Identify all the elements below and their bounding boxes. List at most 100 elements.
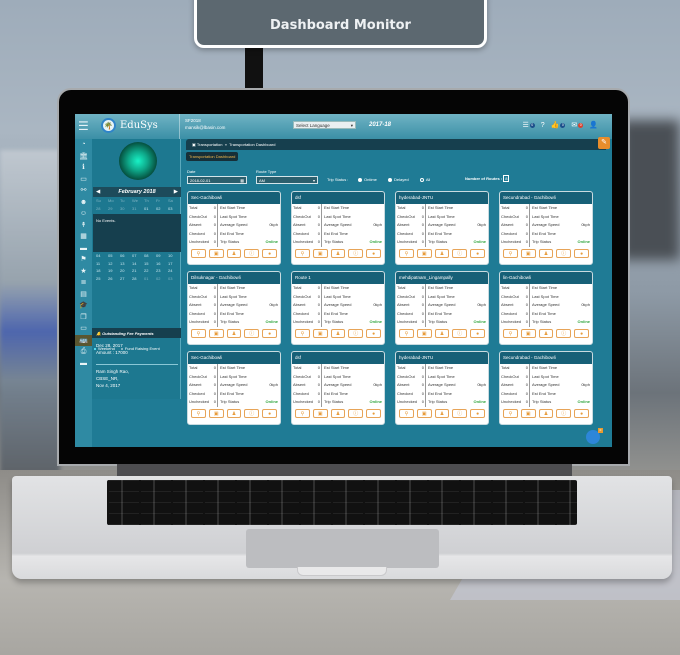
calendar-day[interactable]: 04 (95, 253, 107, 261)
route-name[interactable]: Dilsuknagar - Gachibowli (188, 272, 280, 284)
map-marker-icon[interactable]: ⚲ (295, 328, 310, 338)
calendar-day[interactable]: 01 (143, 276, 155, 284)
calculator-icon[interactable]: ▦ (75, 231, 92, 243)
info-icon[interactable]: ⓘ (452, 328, 468, 338)
route-name[interactable]: Route 1 (292, 272, 384, 284)
comment-icon[interactable]: ● (262, 408, 277, 418)
calendar-day[interactable]: 31 (131, 206, 143, 214)
calendar-day[interactable]: 08 (143, 253, 155, 261)
comment-icon[interactable]: ● (574, 328, 589, 338)
calendar-day[interactable]: 30 (119, 206, 131, 214)
list-ol-icon[interactable]: ≣ (75, 277, 92, 289)
breadcrumb-parent[interactable]: Transportation (197, 142, 223, 147)
map-marker-icon[interactable]: ⚲ (399, 408, 414, 418)
calendar-day[interactable]: 03 (167, 206, 179, 214)
share-icon[interactable]: ⚯ (75, 185, 92, 197)
dashboard-icon[interactable]: ◔ (75, 139, 92, 151)
user-icon[interactable]: 👤 (589, 121, 598, 129)
graduation-cap-icon[interactable]: 🎓 (75, 300, 92, 312)
copy-icon[interactable]: ❐ (75, 312, 92, 324)
route-name[interactable]: Secundrabad - Gachibowli (500, 352, 592, 364)
comment-icon[interactable]: ● (366, 248, 381, 258)
comment-icon[interactable]: ● (366, 328, 381, 338)
map-marker-icon[interactable]: ⚲ (399, 328, 414, 338)
comment-icon[interactable]: ● (262, 328, 277, 338)
map-marker-icon[interactable]: ⚲ (503, 408, 518, 418)
print-icon[interactable]: ⎙ (75, 346, 92, 358)
card-icon[interactable]: ▬ (75, 243, 92, 255)
bus-icon[interactable]: 🚌 (75, 334, 92, 346)
calendar-day[interactable]: 01 (143, 206, 155, 214)
person-icon[interactable]: ♟ (434, 408, 450, 418)
star-icon[interactable]: ★ (75, 266, 92, 278)
route-card[interactable]: Secundrabad - Gachibowli Total 0 CheckOut 0 A… (499, 351, 593, 425)
calendar-day[interactable]: 14 (131, 261, 143, 269)
list-icon[interactable]: ☰ 0 (523, 121, 535, 129)
user-add-icon[interactable]: ☻ (75, 197, 92, 209)
calendar-day[interactable]: 11 (95, 261, 107, 269)
tie-icon[interactable]: ↟ (75, 220, 92, 232)
file-icon[interactable]: ▤ (75, 289, 92, 301)
hamburger-menu-icon[interactable]: ☰ (78, 119, 90, 133)
route-name[interactable]: lin-Gachibowli (500, 272, 592, 284)
map-marker-icon[interactable]: ⚲ (503, 328, 518, 338)
map-marker-icon[interactable]: ⚲ (191, 408, 206, 418)
info-icon[interactable]: ℹ (75, 162, 92, 174)
route-card[interactable]: mehdipatnam_Lingampally Total 0 CheckOut 0 Ab… (395, 271, 489, 345)
comment-icon[interactable]: ● (574, 408, 589, 418)
bed-icon[interactable]: ▭ (75, 323, 92, 335)
calendar-day[interactable]: 12 (107, 261, 119, 269)
bus-icon[interactable]: ▣ (312, 328, 328, 338)
bus-icon[interactable]: ▣ (416, 408, 432, 418)
users-icon[interactable]: ☺ (75, 208, 92, 220)
calendar-day[interactable]: 02 (155, 206, 167, 214)
radio-all[interactable] (419, 177, 424, 182)
calendar-day[interactable]: 17 (167, 261, 179, 269)
route-card[interactable]: Sec-Gachibowli Total 0 CheckOut 0 Absent 0 Chec… (187, 191, 281, 265)
info-icon[interactable]: ⓘ (244, 408, 260, 418)
map-marker-icon[interactable]: ⚲ (191, 328, 206, 338)
bus-icon[interactable]: ▣ (520, 328, 536, 338)
route-card[interactable]: Secundrabad - Gachibowli Total 0 CheckOut 0 A… (499, 191, 593, 265)
comment-icon[interactable]: ● (470, 248, 485, 258)
calendar-day[interactable]: 26 (107, 276, 119, 284)
route-card[interactable]: dsf Total 0 CheckOut 0 Absent 0 Checked 0 Uncheck… (291, 351, 385, 425)
mail-icon[interactable]: ✉ 0 (571, 121, 584, 129)
bus-icon[interactable]: ▣ (416, 328, 432, 338)
route-card[interactable]: Sec-Gachibowli Total 0 CheckOut 0 Absent 0 Chec… (187, 351, 281, 425)
map-marker-icon[interactable]: ⚲ (503, 248, 518, 258)
route-name[interactable]: hyderabad-JNTU (396, 192, 488, 204)
bus-icon[interactable]: ▣ (312, 408, 328, 418)
calendar-next-icon[interactable]: ▶ (174, 189, 178, 195)
person-icon[interactable]: ♟ (330, 408, 346, 418)
comment-icon[interactable]: ● (470, 328, 485, 338)
calendar-day[interactable]: 22 (143, 268, 155, 276)
bus-icon[interactable]: ▣ (208, 328, 224, 338)
calendar-day[interactable]: 19 (107, 268, 119, 276)
person-icon[interactable]: ♟ (434, 328, 450, 338)
flag-icon[interactable]: ⚑ (75, 254, 92, 266)
map-marker-icon[interactable]: ⚲ (295, 408, 310, 418)
calendar-prev-icon[interactable]: ◀ (96, 189, 100, 195)
hotel-icon[interactable]: ▬ (75, 358, 92, 370)
map-marker-icon[interactable]: ⚲ (191, 248, 206, 258)
calendar-day[interactable]: 21 (131, 268, 143, 276)
calendar-day[interactable]: 20 (119, 268, 131, 276)
calendar-day[interactable]: 07 (131, 253, 143, 261)
info-icon[interactable]: ⓘ (556, 328, 572, 338)
route-name[interactable]: dsf (292, 192, 384, 204)
info-icon[interactable]: ⓘ (556, 408, 572, 418)
thumbs-up-icon[interactable]: 👍 0 (551, 121, 566, 129)
comment-icon[interactable]: ● (366, 408, 381, 418)
info-icon[interactable]: ⓘ (348, 408, 364, 418)
person-icon[interactable]: ♟ (538, 408, 554, 418)
route-type-select[interactable]: AM ▾ (256, 176, 318, 184)
person-icon[interactable]: ♟ (538, 248, 554, 258)
map-marker-icon[interactable]: ⚲ (399, 248, 414, 258)
route-card[interactable]: Dilsuknagar - Gachibowli Total 0 CheckOut 0 A… (187, 271, 281, 345)
info-icon[interactable]: ⓘ (348, 328, 364, 338)
person-icon[interactable]: ♟ (226, 328, 242, 338)
bus-icon[interactable]: ▣ (520, 248, 536, 258)
radio-ontime[interactable] (358, 177, 362, 182)
person-icon[interactable]: ♟ (538, 328, 554, 338)
